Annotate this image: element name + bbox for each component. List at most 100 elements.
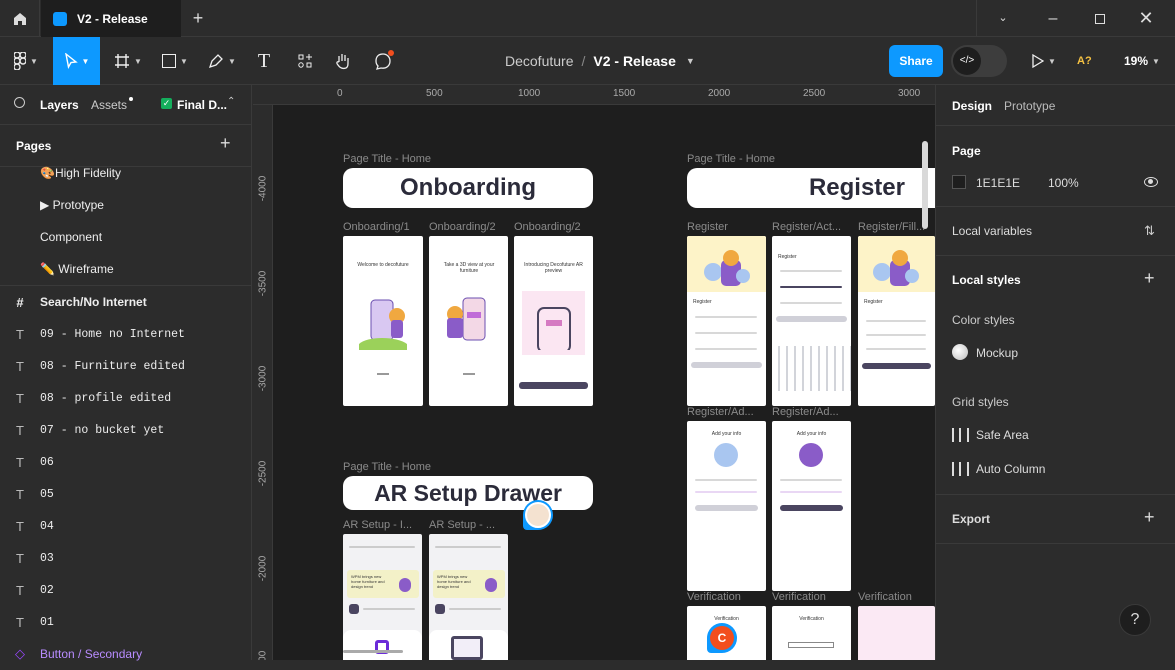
- canvas-scrollbar[interactable]: [922, 141, 928, 229]
- resources-tool[interactable]: [290, 37, 320, 85]
- layer-item[interactable]: T 08 - profile edited: [0, 382, 251, 414]
- title-register[interactable]: Register: [687, 168, 935, 208]
- onboarding-frame-1[interactable]: Welcome to decofuture: [343, 236, 423, 406]
- current-page-name[interactable]: Final D...: [177, 98, 227, 112]
- comment-tool[interactable]: [368, 37, 398, 85]
- maximize-button[interactable]: [1077, 0, 1123, 37]
- title-onboarding[interactable]: Onboarding: [343, 168, 593, 208]
- keyboard: [772, 346, 851, 391]
- page-color-value[interactable]: 1E1E1E: [976, 176, 1020, 190]
- grid-style-auto-column[interactable]: Auto Column: [976, 462, 1045, 476]
- help-button[interactable]: ?: [1119, 604, 1151, 636]
- search-icon[interactable]: [14, 97, 25, 108]
- ar-drawer-2[interactable]: [429, 630, 508, 660]
- project-name[interactable]: Decofuture: [505, 53, 573, 69]
- page-item[interactable]: 🎨High Fidelity: [0, 157, 251, 189]
- page-item[interactable]: Component: [0, 221, 251, 253]
- onboarding-frame-3[interactable]: Introducing Decofuture AR preview: [514, 236, 593, 406]
- layer-label: 04: [40, 519, 54, 533]
- home-button[interactable]: [0, 0, 40, 37]
- page-item-label: ✏️ Wireframe: [40, 262, 114, 276]
- color-style-name[interactable]: Mockup: [976, 346, 1018, 360]
- chevron-down-icon[interactable]: ▼: [686, 56, 695, 66]
- register-add-info-frame-1[interactable]: Add your info: [687, 421, 766, 591]
- layer-label: 05: [40, 487, 54, 501]
- layer-item[interactable]: T 08 - Furniture edited: [0, 350, 251, 382]
- tabs-dropdown-icon[interactable]: ⌄: [980, 0, 1026, 37]
- phone-illustration: [359, 299, 407, 350]
- frame-label: AR Setup - ...: [429, 519, 496, 531]
- ruler-tick-label: -3000: [257, 365, 269, 392]
- rectangle-icon: [162, 54, 177, 68]
- canvas[interactable]: 0 500 1000 1500 2000 2500 3000 -4000 -3500 -3000…: [253, 85, 935, 660]
- layer-item[interactable]: T 09 - Home no Internet: [0, 318, 251, 350]
- layer-item[interactable]: T 05: [0, 478, 251, 510]
- color-style-swatch[interactable]: [952, 344, 968, 360]
- shape-tool[interactable]: ▼: [155, 37, 195, 85]
- collaborator-avatar[interactable]: C: [707, 623, 737, 653]
- collaborator-avatar-photo[interactable]: [523, 500, 553, 530]
- minimize-button[interactable]: –: [1030, 0, 1076, 37]
- pen-tool[interactable]: ▼: [202, 37, 242, 85]
- tab-prototype[interactable]: Prototype: [1004, 99, 1055, 113]
- register-frame-2[interactable]: Register: [772, 236, 851, 406]
- hand-tool[interactable]: [328, 37, 358, 85]
- add-style-icon[interactable]: +: [1144, 268, 1155, 289]
- layer-item[interactable]: T 07 - no bucket yet: [0, 414, 251, 446]
- variables-settings-icon[interactable]: ⇅: [1144, 223, 1155, 239]
- text-layer-icon: T: [16, 454, 24, 470]
- ar-drawer-1[interactable]: [343, 630, 422, 660]
- layer-item[interactable]: T 02: [0, 574, 251, 606]
- register-frame-3[interactable]: Register: [858, 236, 935, 406]
- page-item-label: Component: [40, 230, 103, 244]
- tab-layers[interactable]: Layers: [40, 98, 79, 112]
- layer-item[interactable]: # Search/No Internet: [0, 286, 251, 318]
- file-tab[interactable]: V2 - Release: [41, 0, 181, 37]
- main-menu-button[interactable]: ▼: [6, 37, 46, 85]
- local-variables[interactable]: Local variables: [952, 224, 1032, 238]
- register-add-info-frame-2[interactable]: Add your info: [772, 421, 851, 591]
- tab-design[interactable]: Design: [952, 99, 992, 113]
- page-item[interactable]: ✏️ Wireframe: [0, 253, 251, 285]
- chevron-up-icon[interactable]: ⌃: [227, 96, 235, 107]
- text-layer-icon: T: [16, 550, 24, 566]
- frame-label: Register/Fill...: [858, 221, 926, 233]
- share-button[interactable]: Share: [889, 45, 943, 77]
- tab-assets[interactable]: Assets: [91, 98, 127, 112]
- register-button: [695, 505, 758, 511]
- page-opacity[interactable]: 100%: [1048, 176, 1079, 190]
- add-page-icon[interactable]: +: [220, 133, 231, 154]
- register-frame-1[interactable]: Register: [687, 236, 766, 406]
- onboarding-frame-2[interactable]: Take a 3D view at your furniture: [429, 236, 508, 406]
- layer-item[interactable]: T 03: [0, 542, 251, 574]
- layers-panel: Layers Assets ✓ Final D... ⌃ Pages + 🎨Hi…: [0, 85, 252, 661]
- accessibility-button[interactable]: A?: [1077, 37, 1092, 85]
- close-window-button[interactable]: ✕: [1123, 0, 1169, 37]
- verification-frame-2[interactable]: Verification: [772, 606, 851, 660]
- text-tool[interactable]: T: [249, 37, 279, 85]
- layer-item[interactable]: ◇ Button / Secondary: [0, 638, 251, 670]
- title-ar-setup[interactable]: AR Setup Drawer: [343, 476, 593, 510]
- move-tool[interactable]: ▼: [53, 37, 100, 85]
- ar-banner-text: WPM brings new home furniture and design…: [437, 574, 471, 589]
- eye-icon[interactable]: [1144, 177, 1158, 187]
- zoom-control[interactable]: 19% ▼: [1124, 37, 1160, 85]
- frame-tool[interactable]: ▼: [108, 37, 148, 85]
- ruler-tick-label: 500: [426, 88, 443, 99]
- layer-item[interactable]: T 01: [0, 606, 251, 638]
- hand-icon: [336, 54, 349, 70]
- layer-item[interactable]: T 06: [0, 446, 251, 478]
- add-info-heading: Add your info: [711, 431, 742, 437]
- verification-frame-3[interactable]: [858, 606, 935, 660]
- page-item[interactable]: ▶ Prototype: [0, 189, 251, 221]
- file-name[interactable]: V2 - Release: [593, 53, 676, 69]
- present-button[interactable]: ▼: [1024, 37, 1064, 85]
- grid-style-safe-area[interactable]: Safe Area: [976, 428, 1029, 442]
- layer-label: 03: [40, 551, 54, 565]
- add-export-icon[interactable]: +: [1144, 507, 1155, 528]
- page-color-swatch[interactable]: [952, 175, 966, 189]
- layer-item[interactable]: T 04: [0, 510, 251, 542]
- dev-mode-toggle[interactable]: </>: [951, 45, 1007, 77]
- cursor-arrow-icon: [64, 53, 78, 69]
- new-tab-button[interactable]: +: [187, 0, 209, 37]
